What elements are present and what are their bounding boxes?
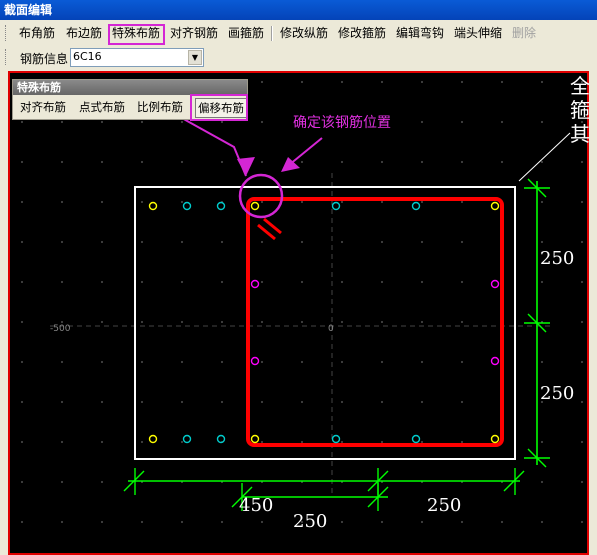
special-rebar-panel: 特殊布筋 对齐布筋 点式布筋 比例布筋 偏移布筋	[12, 79, 248, 120]
special-rebar-button[interactable]: 特殊布筋	[109, 24, 163, 43]
rebar-info-value: 6C16	[73, 50, 102, 63]
draw-stirrup-button[interactable]: 画箍筋	[225, 24, 267, 43]
rebar-info-toolbar: 钢筋信息 6C16 ▼	[0, 46, 597, 70]
chevron-down-icon[interactable]: ▼	[188, 50, 202, 65]
toolbar-grip[interactable]	[5, 49, 9, 65]
section-canvas[interactable]: -500 0 250 250 450 250 250	[8, 71, 589, 555]
modify-long-rebar-button[interactable]: 修改纵筋	[277, 24, 331, 43]
axis-label-left: -500	[50, 324, 71, 334]
section-drawing: -500 0 250 250 450 250 250	[10, 73, 587, 553]
end-extend-button[interactable]: 端头伸缩	[451, 24, 505, 43]
annotation-text: 确定该钢筋位置	[293, 115, 391, 131]
align-layout-button[interactable]: 对齐布筋	[18, 98, 68, 116]
toolbar-grip[interactable]	[5, 25, 9, 41]
dimension-label: 250	[540, 248, 574, 269]
edit-hook-button[interactable]: 编辑弯钩	[393, 24, 447, 43]
dimension-label: 250	[427, 495, 461, 516]
point-layout-button[interactable]: 点式布筋	[77, 98, 127, 116]
corner-rebar-button[interactable]: 布角筋	[16, 24, 58, 43]
ratio-layout-button[interactable]: 比例布筋	[135, 98, 185, 116]
rebar-info-label: 钢筋信息	[20, 52, 69, 66]
align-rebar-button[interactable]: 对齐钢筋	[167, 24, 221, 43]
main-toolbar: 布角筋 布边筋 特殊布筋 对齐钢筋 画箍筋 修改纵筋 修改箍筋 编辑弯钩 端头伸…	[0, 21, 597, 47]
dimension-label: 450	[239, 495, 273, 516]
edge-rebar-button[interactable]: 布边筋	[63, 24, 105, 43]
offset-layout-button[interactable]: 偏移布筋	[195, 98, 247, 118]
modify-stirrup-button[interactable]: 修改箍筋	[335, 24, 389, 43]
rebar-info-select[interactable]: 6C16 ▼	[70, 48, 204, 67]
toolbar-separator	[271, 26, 273, 41]
panel-title: 特殊布筋	[13, 80, 247, 95]
delete-button[interactable]: 删除	[509, 24, 539, 43]
dimension-label: 250	[293, 511, 327, 532]
axis-label-center: 0	[328, 324, 334, 334]
side-text: 其	[570, 122, 590, 146]
dimension-label: 250	[540, 383, 574, 404]
window-title: 截面编辑	[0, 0, 597, 20]
